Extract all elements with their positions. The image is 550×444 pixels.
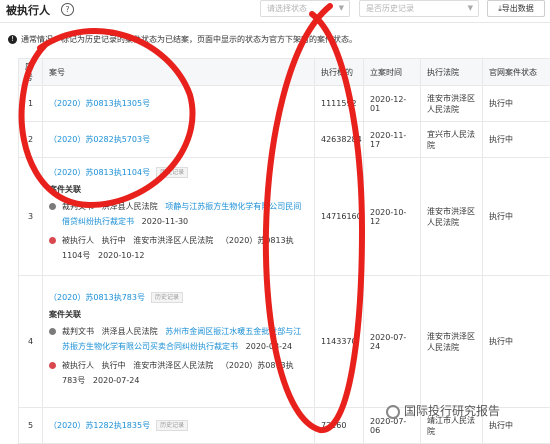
- court-cell: 淮安市洪泽区人民法院: [421, 158, 483, 276]
- assoc-type: 裁判文书: [62, 327, 94, 336]
- case-link[interactable]: （2020）苏0282执5703号: [49, 135, 150, 144]
- court-cell: 宜兴市人民法院: [421, 122, 483, 158]
- status-cell: 执行中: [483, 86, 550, 122]
- amount-cell: 1111592: [315, 86, 364, 122]
- assoc-judgment-item: 裁判文书 洪泽县人民法院 项静与江苏振方生物化学有限公司民间借贷纠纷执行裁定书 …: [49, 199, 308, 229]
- column-header-date: 立案时间: [364, 59, 421, 86]
- question-circle-icon[interactable]: ?: [61, 3, 74, 16]
- assoc-court: 淮安市洪泽区人民法院: [133, 236, 213, 245]
- red-dot-icon: [49, 237, 56, 244]
- table-row: 3 （2020）苏0813执1104号历史记录 案件关联 裁判文书 洪泽县人民法…: [19, 158, 550, 276]
- history-badge: 历史记录: [156, 167, 188, 178]
- assoc-type: 被执行人: [62, 236, 94, 245]
- column-header-index: 序号: [19, 59, 43, 86]
- date-cell: 2020-07-24: [364, 276, 421, 408]
- assoc-status: 执行中: [102, 236, 126, 245]
- amount-cell: 1143370: [315, 276, 364, 408]
- red-dot-icon: [49, 362, 56, 369]
- amount-cell: 42638284: [315, 122, 364, 158]
- export-label: 导出数据: [502, 4, 534, 13]
- assoc-date: 2020-10-12: [98, 251, 145, 260]
- case-link[interactable]: （2020）苏0813执783号: [49, 293, 145, 302]
- column-header-court: 执行法院: [421, 59, 483, 86]
- header-bar: 被执行人 ? 请选择状态 ▼ 是否历史记录 ▼ ⤓导出数据: [0, 0, 550, 23]
- notice-text: 通常情况，标记为历史记录的案件状态为已结案，页面中显示的状态为官方下架时的案件状…: [21, 35, 357, 44]
- assoc-type: 被执行人: [62, 361, 94, 370]
- chevron-down-icon: ▼: [339, 1, 344, 16]
- court-cell: 淮安市洪泽区人民法院: [421, 86, 483, 122]
- date-cell: 2020-10-12: [364, 158, 421, 276]
- page-title: 被执行人: [6, 2, 50, 18]
- status-select-placeholder: 请选择状态: [267, 4, 307, 13]
- row-index: 5: [19, 408, 43, 444]
- amount-cell: 14716160: [315, 158, 364, 276]
- watermark-text: 国际投行研究报告: [404, 404, 500, 418]
- assoc-status: 执行中: [102, 361, 126, 370]
- assoc-debtor-item: 被执行人 执行中 淮安市洪泽区人民法院 （2020）苏0813执783号 202…: [49, 358, 308, 388]
- row-index: 3: [19, 158, 43, 276]
- status-cell: 执行中: [483, 276, 550, 408]
- notice-bar: ! 通常情况，标记为历史记录的案件状态为已结案，页面中显示的状态为官方下架时的案件…: [8, 34, 548, 45]
- assoc-court: 淮安市洪泽区人民法院: [133, 361, 213, 370]
- debtor-table: 序号 案号 执行标的 立案时间 执行法院 官网案件状态 1 （2020）苏081…: [18, 58, 550, 444]
- assoc-title: 案件关联: [49, 184, 308, 195]
- date-cell: 2020-11-17: [364, 122, 421, 158]
- info-icon: !: [8, 35, 17, 44]
- assoc-date: 2020-11-30: [142, 217, 189, 226]
- export-button[interactable]: ⤓导出数据: [487, 0, 545, 17]
- circle-logo-icon: [386, 405, 400, 419]
- row-index: 2: [19, 122, 43, 158]
- case-link[interactable]: （2020）苏1282执1835号: [49, 421, 150, 430]
- history-badge: 历史记录: [151, 292, 183, 303]
- column-header-status: 官网案件状态: [483, 59, 550, 86]
- column-header-case-no: 案号: [43, 59, 315, 86]
- assoc-date: 2020-08-24: [246, 342, 293, 351]
- assoc-date: 2020-07-24: [93, 376, 140, 385]
- status-cell: 执行中: [483, 122, 550, 158]
- watermark: 国际投行研究报告: [386, 402, 500, 419]
- row-index: 4: [19, 276, 43, 408]
- table-row: 4 （2020）苏0813执783号历史记录 案件关联 裁判文书 洪泽县人民法院…: [19, 276, 550, 408]
- table-header-row: 序号 案号 执行标的 立案时间 执行法院 官网案件状态: [19, 59, 550, 86]
- status-select[interactable]: 请选择状态 ▼: [260, 0, 350, 17]
- assoc-court: 洪泽县人民法院: [102, 327, 158, 336]
- chevron-down-icon: ▼: [468, 1, 473, 16]
- assoc-judgment-item: 裁判文书 洪泽县人民法院 苏州市金阊区振江水暖五金批发部与江苏振方生物化学有限公…: [49, 324, 308, 354]
- history-badge: 历史记录: [156, 420, 188, 431]
- history-select-placeholder: 是否历史记录: [366, 4, 414, 13]
- table-row: 1 （2020）苏0813执1305号 1111592 2020-12-01 淮…: [19, 86, 550, 122]
- case-link[interactable]: （2020）苏0813执1104号: [49, 168, 150, 177]
- table-row: 2 （2020）苏0282执5703号 42638284 2020-11-17 …: [19, 122, 550, 158]
- column-header-amount: 执行标的: [315, 59, 364, 86]
- date-cell: 2020-12-01: [364, 86, 421, 122]
- row-index: 1: [19, 86, 43, 122]
- gray-dot-icon: [49, 203, 56, 210]
- assoc-court: 洪泽县人民法院: [102, 202, 158, 211]
- case-link[interactable]: （2020）苏0813执1305号: [49, 99, 150, 108]
- assoc-type: 裁判文书: [62, 202, 94, 211]
- court-cell: 淮安市洪泽区人民法院: [421, 276, 483, 408]
- gray-dot-icon: [49, 328, 56, 335]
- assoc-title: 案件关联: [49, 309, 308, 320]
- status-cell: 执行中: [483, 158, 550, 276]
- history-select[interactable]: 是否历史记录 ▼: [359, 0, 479, 17]
- assoc-debtor-item: 被执行人 执行中 淮安市洪泽区人民法院 （2020）苏0813执1104号 20…: [49, 233, 308, 263]
- amount-cell: 72160: [315, 408, 364, 444]
